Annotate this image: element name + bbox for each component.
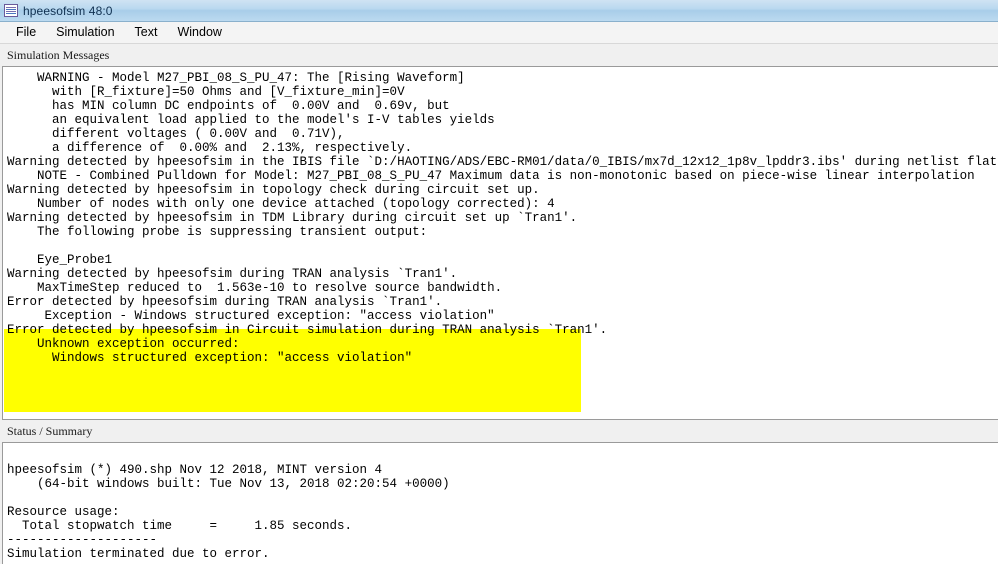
menu-item-window[interactable]: Window — [167, 23, 231, 42]
summary-line: hpeesofsim (*) 490.shp Nov 12 2018, MINT… — [7, 463, 383, 477]
log-line: Warning detected by hpeesofsim in TDM Li… — [7, 211, 578, 225]
simulation-messages-pane[interactable]: WARNING - Model M27_PBI_08_S_PU_47: The … — [2, 66, 998, 420]
log-line: Windows structured exception: "access vi… — [7, 351, 413, 365]
log-line: NOTE - Combined Pulldown for Model: M27_… — [7, 169, 975, 183]
menu-item-simulation[interactable]: Simulation — [46, 23, 124, 42]
summary-line: Resource usage: — [7, 505, 120, 519]
log-line: Eye_Probe1 — [7, 253, 113, 267]
menu-bar: File Simulation Text Window — [0, 22, 998, 44]
simulation-messages-label: Simulation Messages — [0, 44, 998, 66]
log-line: has MIN column DC endpoints of 0.00V and… — [7, 99, 450, 113]
menu-item-file[interactable]: File — [6, 23, 46, 42]
log-line: Warning detected by hpeesofsim in topolo… — [7, 183, 540, 197]
log-line: The following probe is suppressing trans… — [7, 225, 428, 239]
log-line: Warning detected by hpeesofsim in the IB… — [7, 155, 998, 169]
log-line: Number of nodes with only one device att… — [7, 197, 555, 211]
summary-line: Simulation terminated due to error. — [7, 547, 270, 561]
status-summary-text[interactable]: hpeesofsim (*) 490.shp Nov 12 2018, MINT… — [3, 443, 998, 564]
log-line: an equivalent load applied to the model'… — [7, 113, 495, 127]
log-line: MaxTimeStep reduced to 1.563e-10 to reso… — [7, 281, 503, 295]
summary-line — [7, 491, 998, 505]
summary-line: (64-bit windows built: Tue Nov 13, 2018 … — [7, 477, 450, 491]
log-line: Warning detected by hpeesofsim during TR… — [7, 267, 458, 281]
log-line: a difference of 0.00% and 2.13%, respect… — [7, 141, 413, 155]
document-lines-icon — [4, 4, 18, 17]
log-line: WARNING - Model M27_PBI_08_S_PU_47: The … — [7, 71, 465, 85]
window-title: hpeesofsim 48:0 — [23, 3, 113, 18]
status-summary-pane[interactable]: hpeesofsim (*) 490.shp Nov 12 2018, MINT… — [2, 442, 998, 564]
log-line: Error detected by hpeesofsim in Circuit … — [7, 323, 608, 337]
summary-line: -------------------- — [7, 533, 158, 547]
log-line: Exception - Windows structured exception… — [7, 309, 495, 323]
title-bar: hpeesofsim 48:0 — [0, 0, 998, 22]
summary-line — [7, 449, 998, 463]
log-line: with [R_fixture]=50 Ohms and [V_fixture_… — [7, 85, 405, 99]
menu-item-text[interactable]: Text — [125, 23, 168, 42]
simulation-messages-text[interactable]: WARNING - Model M27_PBI_08_S_PU_47: The … — [3, 67, 998, 365]
summary-line: Total stopwatch time = 1.85 seconds. — [7, 519, 353, 533]
log-line: Unknown exception occurred: — [7, 337, 240, 351]
log-line: different voltages ( 0.00V and 0.71V), — [7, 127, 345, 141]
log-line: Error detected by hpeesofsim during TRAN… — [7, 295, 443, 309]
status-summary-label: Status / Summary — [0, 420, 998, 442]
simulation-messages-window: hpeesofsim 48:0 File Simulation Text Win… — [0, 0, 998, 564]
